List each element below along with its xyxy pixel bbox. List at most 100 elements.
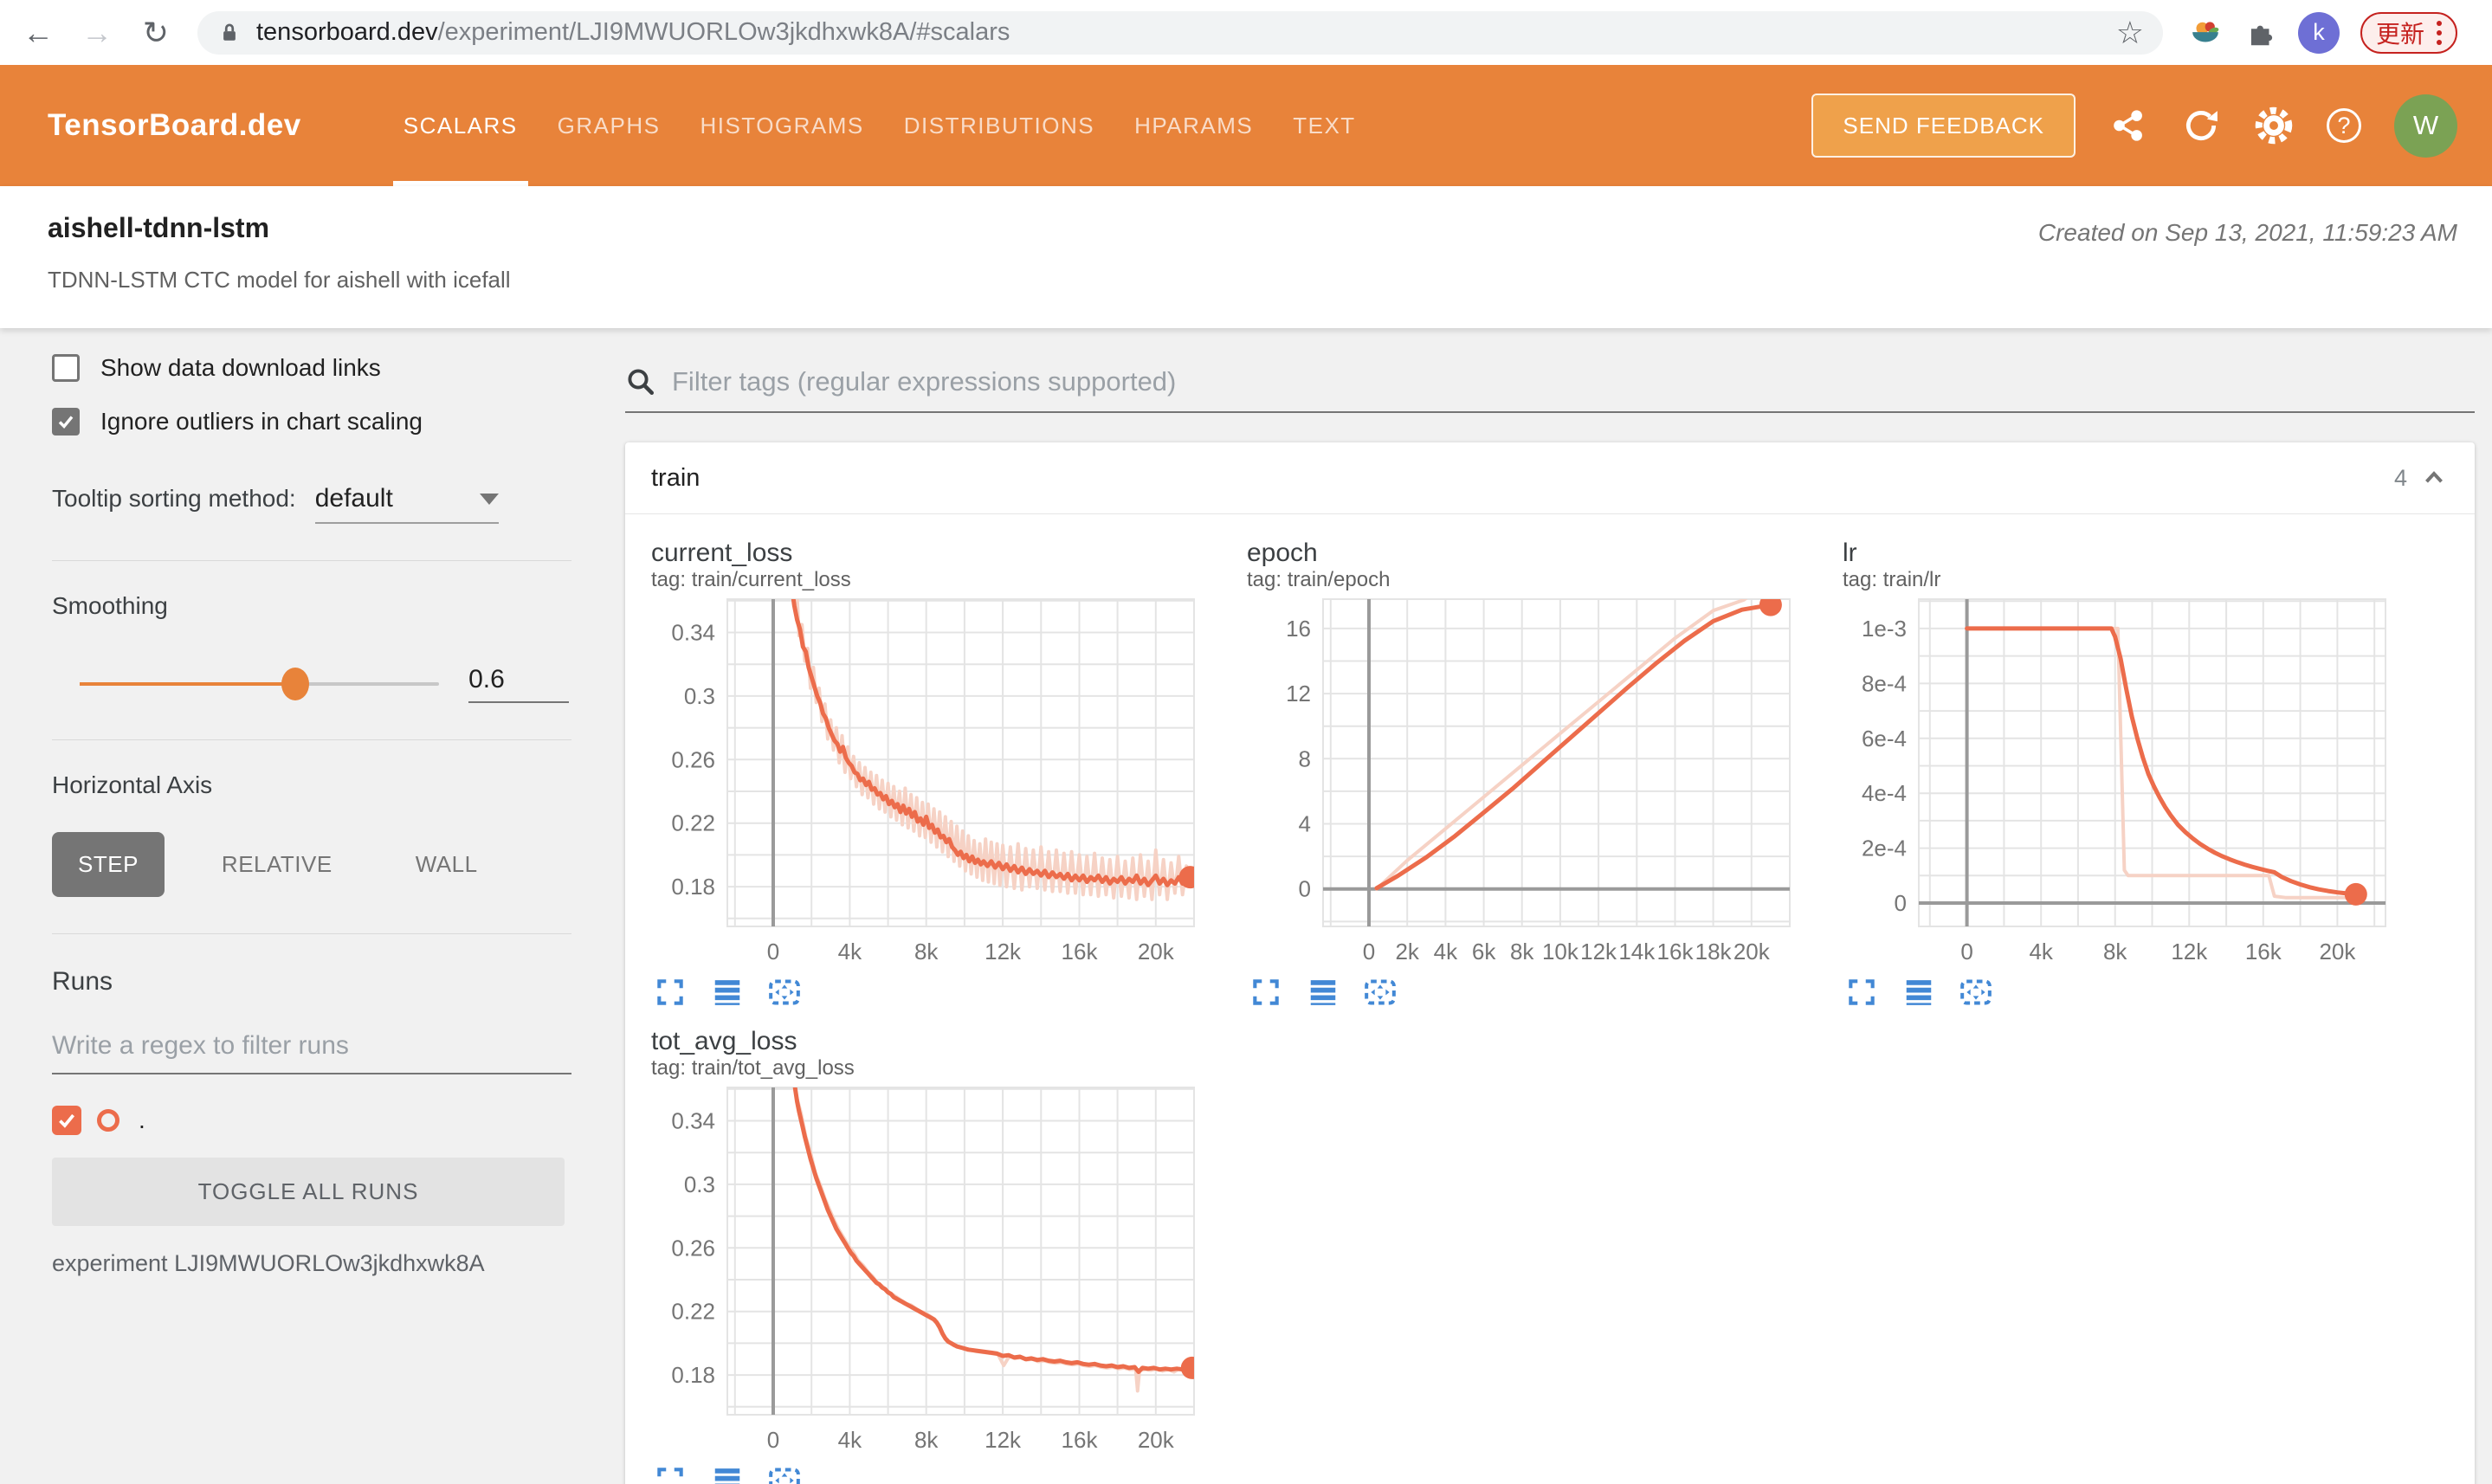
- tab-scalars[interactable]: SCALARS: [392, 65, 528, 186]
- reload-icon[interactable]: ↻: [139, 15, 173, 51]
- checkbox-label: Ignore outliers in chart scaling: [100, 408, 423, 435]
- svg-text:0.18: 0.18: [671, 874, 715, 900]
- url-text: tensorboard.dev/experiment/LJI9MWUORLOw3…: [256, 18, 1010, 46]
- tab-hparams[interactable]: HPARAMS: [1134, 65, 1253, 186]
- tab-graphs[interactable]: GRAPHS: [558, 65, 661, 186]
- chevron-down-icon: [479, 493, 499, 505]
- svg-text:16: 16: [1286, 616, 1311, 642]
- scalars-main: train 4 current_losstag: train/current_l…: [606, 328, 2492, 1484]
- expand-icon[interactable]: [651, 973, 689, 1011]
- send-feedback-button[interactable]: SEND FEEDBACK: [1811, 94, 2076, 158]
- svg-text:12k: 12k: [2171, 939, 2208, 965]
- smoothing-label: Smoothing: [52, 592, 168, 619]
- browser-profile-avatar[interactable]: k: [2298, 11, 2340, 54]
- svg-text:0: 0: [767, 939, 779, 965]
- log-scale-icon[interactable]: [1900, 973, 1938, 1011]
- svg-text:6k: 6k: [1472, 939, 1496, 965]
- log-scale-icon[interactable]: [708, 973, 746, 1011]
- star-icon[interactable]: ☆: [2116, 15, 2144, 51]
- chart-toolbar: [651, 973, 1205, 1011]
- chevron-up-icon[interactable]: [2419, 463, 2449, 493]
- svg-text:20k: 20k: [1138, 1427, 1175, 1453]
- tooltip-sorting-label: Tooltip sorting method:: [52, 485, 296, 512]
- svg-text:8e-4: 8e-4: [1862, 670, 1907, 696]
- fit-domain-icon[interactable]: [765, 973, 804, 1011]
- puzzle-icon[interactable]: [2244, 16, 2277, 49]
- expand-icon[interactable]: [1247, 973, 1285, 1011]
- log-scale-icon[interactable]: [708, 1461, 746, 1484]
- slider-thumb[interactable]: [281, 668, 310, 700]
- checkbox-unchecked-icon[interactable]: [52, 354, 80, 382]
- tag-filter-input[interactable]: [672, 366, 2475, 397]
- lock-icon: [223, 23, 236, 41]
- run-list-item[interactable]: .: [52, 1106, 571, 1135]
- section-title: train: [651, 463, 700, 492]
- ignore-outliers-row[interactable]: Ignore outliers in chart scaling: [52, 408, 571, 436]
- share-icon[interactable]: [2108, 106, 2148, 145]
- search-icon: [628, 369, 654, 395]
- chart-title: tot_avg_loss: [651, 1027, 797, 1055]
- expand-icon[interactable]: [1843, 973, 1881, 1011]
- svg-text:2e-4: 2e-4: [1862, 836, 1907, 861]
- chart-tag: tag: train/current_loss: [651, 568, 851, 591]
- help-icon[interactable]: ?: [2327, 108, 2361, 143]
- chrome-update-menu-button[interactable]: 更新: [2360, 11, 2458, 54]
- smoothing-value-input[interactable]: [468, 665, 570, 703]
- chart-plot[interactable]: 0 4k 8k 12k 16k 20k 0 2e-4 4e-4 6e-4 8e-4 1e-3: [1843, 594, 2397, 971]
- chart-plot[interactable]: 0 2k 4k 6k 8k 10k 12k 14k 16k 18k 20k 0 4 8 12 16: [1247, 594, 1801, 971]
- fit-domain-icon[interactable]: [1957, 973, 1995, 1011]
- svg-text:0: 0: [767, 1427, 779, 1453]
- show-download-links-row[interactable]: Show data download links: [52, 354, 571, 382]
- address-bar[interactable]: tensorboard.dev/experiment/LJI9MWUORLOw3…: [197, 10, 2163, 55]
- run-name: .: [139, 1107, 145, 1133]
- checkbox-label: Show data download links: [100, 354, 381, 381]
- chart-title: epoch: [1247, 539, 1318, 567]
- svg-text:0.26: 0.26: [671, 1235, 715, 1261]
- svg-text:0: 0: [1363, 939, 1375, 965]
- tab-histograms[interactable]: HISTOGRAMS: [700, 65, 863, 186]
- tab-distributions[interactable]: DISTRIBUTIONS: [904, 65, 1094, 186]
- axis-option-step[interactable]: STEP: [52, 832, 165, 897]
- svg-text:16k: 16k: [1062, 1427, 1099, 1453]
- chart-tag: tag: train/epoch: [1247, 568, 1391, 591]
- axis-option-wall[interactable]: WALL: [390, 832, 504, 897]
- horizontal-axis-label: Horizontal Axis: [52, 771, 213, 798]
- fit-domain-icon[interactable]: [765, 1461, 804, 1484]
- runs-filter-input[interactable]: [52, 1031, 571, 1074]
- app-header: TensorBoard.dev SCALARS GRAPHS HISTOGRAM…: [0, 65, 2492, 186]
- chart-plot[interactable]: 0 4k 8k 12k 16k 20k 0.18 0.22 0.26 0.3 0.34: [651, 594, 1205, 971]
- svg-text:6e-4: 6e-4: [1862, 726, 1907, 752]
- refresh-icon[interactable]: [2181, 106, 2221, 145]
- section-count: 4: [2393, 464, 2407, 491]
- axis-option-relative[interactable]: RELATIVE: [196, 832, 358, 897]
- extension-fruit-icon[interactable]: [2187, 15, 2224, 51]
- browser-chrome: ← → ↻ tensorboard.dev/experiment/LJI9MWU…: [0, 0, 2492, 65]
- smoothing-slider[interactable]: [80, 668, 440, 700]
- svg-text:14k: 14k: [1618, 939, 1656, 965]
- scalar-chart-lr: lr tag: train/lr 0 4k 8k 12k 16k 20k 0 2e-4 4e-4 6e…: [1843, 539, 2397, 1011]
- svg-text:8k: 8k: [1510, 939, 1534, 965]
- tooltip-sorting-select[interactable]: default: [314, 484, 499, 524]
- svg-text:20k: 20k: [2319, 939, 2356, 965]
- fit-domain-icon[interactable]: [1361, 973, 1399, 1011]
- svg-text:12k: 12k: [985, 939, 1022, 965]
- experiment-bar: aishell-tdnn-lstm TDNN-LSTM CTC model fo…: [0, 186, 2492, 328]
- svg-text:10k: 10k: [1542, 939, 1579, 965]
- charts-grid: current_loss tag: train/current_loss 0 4k 8k…: [625, 514, 2475, 1484]
- svg-text:0: 0: [1895, 890, 1907, 916]
- back-icon[interactable]: ←: [21, 15, 55, 51]
- user-avatar[interactable]: W: [2394, 94, 2457, 158]
- svg-text:12k: 12k: [985, 1427, 1022, 1453]
- chart-plot[interactable]: 0 4k 8k 12k 16k 20k 0.18 0.22 0.26 0.3 0.34: [651, 1082, 1205, 1460]
- checkbox-checked-icon[interactable]: [52, 408, 80, 436]
- runs-label: Runs: [52, 967, 113, 996]
- train-section-header[interactable]: train 4: [625, 442, 2475, 514]
- gear-icon[interactable]: [2254, 106, 2294, 145]
- tab-text[interactable]: TEXT: [1293, 65, 1355, 186]
- expand-icon[interactable]: [651, 1461, 689, 1484]
- svg-text:0.34: 0.34: [671, 620, 715, 646]
- run-checkbox-checked-icon[interactable]: [52, 1106, 81, 1135]
- toggle-all-runs-button[interactable]: TOGGLE ALL RUNS: [52, 1158, 565, 1226]
- log-scale-icon[interactable]: [1304, 973, 1342, 1011]
- svg-text:12: 12: [1286, 681, 1311, 707]
